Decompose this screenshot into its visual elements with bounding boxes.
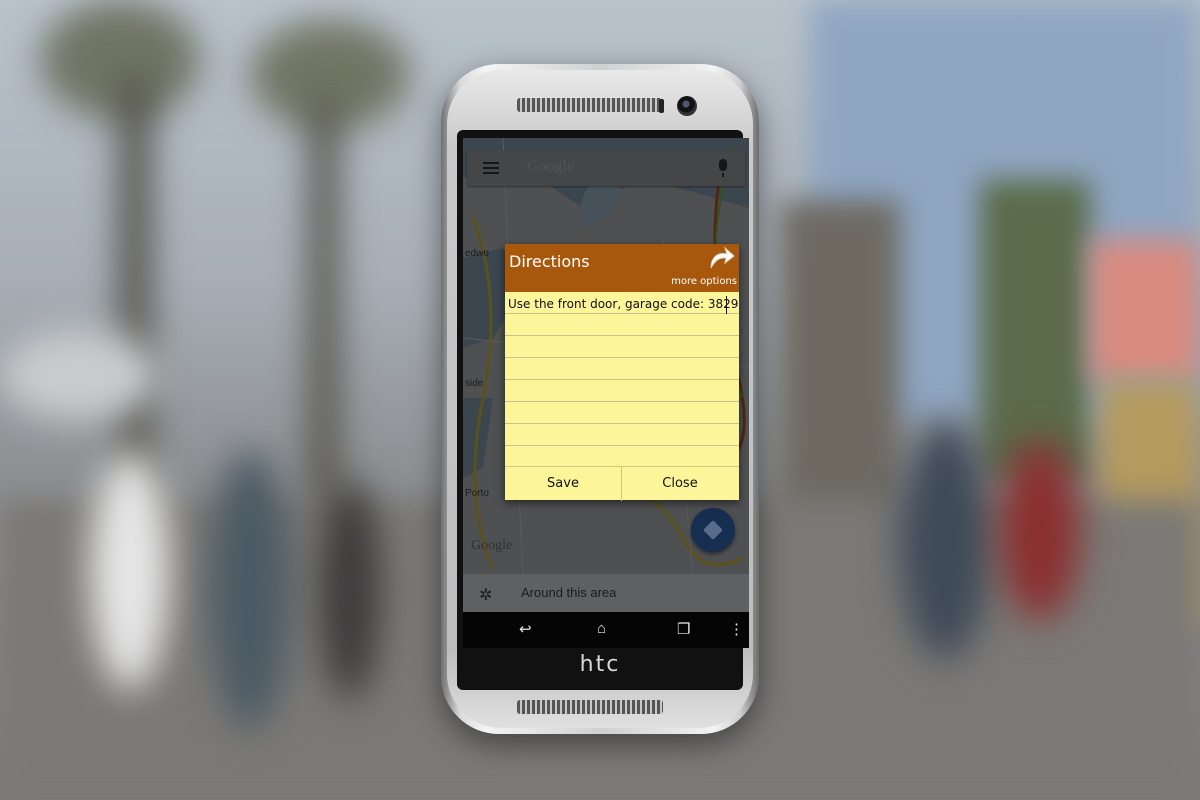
android-navigation-bar: ↩ ⌂ ❐ ⋮: [463, 612, 749, 648]
more-options-link[interactable]: more options: [671, 276, 737, 287]
top-speaker-grille: [517, 98, 663, 112]
around-this-area-card[interactable]: ✲ Around this area: [463, 574, 749, 612]
note-title: Directions: [509, 252, 590, 271]
recents-icon[interactable]: ❐: [677, 620, 690, 638]
bottom-speaker-grille: [517, 700, 663, 714]
phone-face: htc edwo side Porto Google Google ✲ Arou…: [447, 70, 753, 728]
curled-arrow-icon[interactable]: [707, 246, 735, 272]
save-button[interactable]: Save: [505, 467, 622, 501]
sticky-note-dialog: Directions more options Use the front do…: [505, 244, 739, 501]
back-icon[interactable]: ↩: [519, 620, 532, 638]
note-header: Directions more options: [505, 244, 739, 292]
around-label: Around this area: [521, 585, 617, 600]
note-button-bar: Save Close: [505, 466, 739, 501]
sensor: [659, 99, 664, 113]
note-text-input[interactable]: Use the front door, garage code: 3829: [508, 297, 738, 311]
brand-logo: htc: [579, 652, 621, 677]
overflow-menu-icon[interactable]: ⋮: [729, 620, 744, 638]
front-camera: [677, 96, 697, 116]
close-button[interactable]: Close: [622, 467, 738, 501]
explore-icon: ✲: [479, 587, 493, 604]
text-cursor: [726, 296, 727, 314]
lined-paper: [505, 292, 739, 466]
home-icon[interactable]: ⌂: [597, 620, 606, 637]
phone-screen: edwo side Porto Google Google ✲ Around t…: [463, 138, 749, 648]
htc-phone: htc edwo side Porto Google Google ✲ Arou…: [441, 64, 759, 734]
